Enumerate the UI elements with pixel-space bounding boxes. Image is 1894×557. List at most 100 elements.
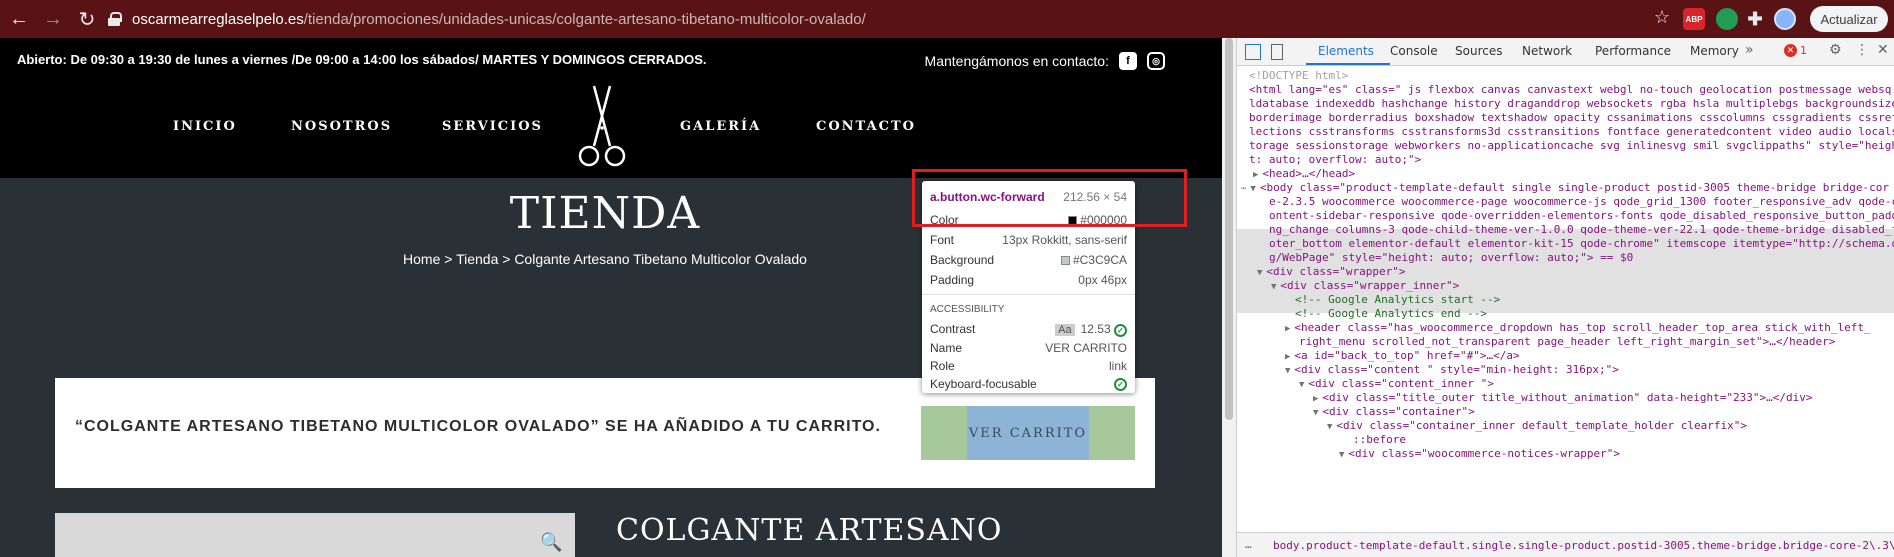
bookmark-star-icon[interactable]: ☆	[1654, 7, 1670, 28]
scissors-logo-icon[interactable]	[572, 82, 632, 172]
view-cart-button[interactable]: VER CARRITO	[967, 406, 1089, 460]
address-bar[interactable]: oscarmearreglaselpelo.es/tienda/promocio…	[102, 5, 1670, 33]
collapsed-arrow-icon[interactable]: ▶	[1313, 394, 1318, 404]
expanded-arrow-icon[interactable]: ▼	[1339, 450, 1344, 460]
dom-line-text: <div class="container_inner default_temp…	[1336, 419, 1748, 432]
dom-line-back-to-top[interactable]: ▶ <a id="back_to_top" href="#">…</a>	[1285, 349, 1520, 364]
tooltip-padding-value: 0px 46px	[1078, 273, 1127, 287]
zoom-magnifier-icon[interactable]: 🔍	[540, 532, 562, 553]
more-options-icon[interactable]: ⋮	[1855, 42, 1869, 58]
nav-inicio[interactable]: INICIO	[173, 119, 237, 134]
expanded-arrow-icon[interactable]: ▼	[1257, 268, 1262, 278]
forward-arrow-icon[interactable]: →	[38, 4, 68, 34]
dom-line[interactable]: torage sessionstorage webworkers no-appl…	[1249, 139, 1894, 153]
dom-line[interactable]: ldatabase indexeddb hashchange history d…	[1249, 97, 1894, 111]
dom-line-text: <div class="wrapper_inner">	[1280, 279, 1460, 292]
green-extension-icon[interactable]	[1716, 8, 1738, 30]
dom-line[interactable]: <html lang="es" class=" js flexbox canva…	[1249, 83, 1891, 97]
extensions-puzzle-icon[interactable]: ✚	[1744, 8, 1766, 30]
tooltip-name-label: Name	[930, 341, 963, 355]
website-viewport: Abierto: De 09:30 a 19:30 de lunes a vie…	[0, 38, 1236, 557]
tab-memory[interactable]: Memory	[1690, 44, 1739, 58]
tooltip-name-value: VER CARRITO	[1045, 341, 1127, 355]
dom-comment[interactable]: <!-- Google Analytics start -->	[1295, 293, 1500, 307]
facebook-icon[interactable]: f	[1119, 52, 1137, 70]
dom-line-content[interactable]: ▼ <div class="content " style="min-height…	[1285, 363, 1619, 378]
error-counter[interactable]: ✕ 1	[1784, 44, 1807, 57]
expanded-arrow-icon[interactable]: ▼	[1327, 422, 1332, 432]
instagram-icon[interactable]: ◎	[1147, 52, 1165, 70]
dom-comment[interactable]: <!-- Google Analytics end -->	[1295, 307, 1487, 321]
dom-line-body[interactable]: ⋯ ▼ <body class="product-template-default …	[1241, 181, 1889, 196]
page-scrollbar[interactable]	[1222, 38, 1236, 557]
opening-hours-text: Abierto: De 09:30 a 19:30 de lunes a vie…	[17, 52, 707, 67]
dom-line-head[interactable]: ▶ <head>…</head>	[1253, 167, 1355, 182]
device-toolbar-icon[interactable]	[1271, 44, 1283, 60]
dom-line[interactable]: t: auto; overflow: auto;">	[1249, 153, 1421, 167]
tab-performance[interactable]: Performance	[1595, 44, 1671, 58]
dom-line[interactable]: right_menu scrolled_not_transparent page…	[1299, 335, 1835, 349]
nav-nosotros[interactable]: NOSOTROS	[291, 119, 392, 134]
focusable-check-icon: ✓	[1114, 377, 1127, 391]
url-text[interactable]: oscarmearreglaselpelo.es/tienda/promocio…	[132, 11, 866, 28]
tooltip-role-label: Role	[930, 359, 955, 373]
collapsed-arrow-icon[interactable]: ▶	[1253, 170, 1258, 180]
expanded-arrow-icon[interactable]: ▼	[1313, 408, 1318, 418]
product-image[interactable]	[55, 513, 575, 557]
nav-galeria[interactable]: GALERÍA	[680, 119, 761, 134]
reload-icon[interactable]: ↻	[72, 4, 102, 34]
dom-line-content-inner[interactable]: ▼ <div class="content_inner ">	[1299, 377, 1494, 392]
expanded-arrow-icon[interactable]: ▼	[1285, 366, 1290, 376]
page-scrollbar-thumb[interactable]	[1225, 38, 1233, 420]
background-swatch	[1060, 256, 1070, 266]
dom-line-text: <div class="container">	[1322, 405, 1475, 418]
tooltip-font-row: Font 13px Rokkitt, sans-serif	[930, 232, 1127, 248]
inspect-element-icon[interactable]	[1245, 44, 1261, 60]
dom-line[interactable]: ng_change columns-3 qode-child-theme-ver…	[1269, 223, 1894, 237]
dom-line-text: <div class="content_inner ">	[1308, 377, 1494, 390]
nav-servicios[interactable]: SERVICIOS	[442, 119, 543, 134]
dom-line-text: <div class="title_outer title_without_an…	[1322, 391, 1813, 404]
expanded-arrow-icon[interactable]: ▼	[1299, 380, 1304, 390]
tab-elements[interactable]: Elements	[1318, 44, 1374, 58]
dom-pseudo-element[interactable]: ::before	[1353, 433, 1406, 447]
expanded-arrow-icon[interactable]: ▼	[1271, 282, 1276, 292]
profile-avatar-icon[interactable]	[1774, 8, 1796, 30]
settings-gear-icon[interactable]: ⚙	[1829, 42, 1842, 58]
tab-network[interactable]: Network	[1522, 44, 1572, 58]
dom-line[interactable]: borderimage borderradius boxshadow texts…	[1249, 111, 1894, 125]
more-tabs-icon[interactable]: »	[1745, 42, 1754, 58]
collapsed-arrow-icon[interactable]: ▶	[1285, 352, 1290, 362]
dom-line[interactable]: ontent-sidebar-responsive qode-overridde…	[1269, 209, 1894, 223]
close-devtools-icon[interactable]: ✕	[1877, 42, 1889, 58]
dom-line-container[interactable]: ▼ <div class="container">	[1313, 405, 1475, 420]
adblock-extension-icon[interactable]: ABP	[1683, 8, 1705, 30]
back-arrow-icon[interactable]: ←	[4, 4, 34, 34]
dom-line-header[interactable]: ▶ <header class="has_woocommerce_dropdown…	[1285, 321, 1871, 336]
dom-line-wrapper-inner[interactable]: ▼ <div class="wrapper_inner">	[1271, 279, 1459, 294]
dom-line-text: <div class="woocommerce-notices-wrapper"…	[1348, 447, 1620, 460]
tooltip-contrast-label: Contrast	[930, 322, 976, 336]
dom-line[interactable]: lections csstransforms csstransforms3d c…	[1249, 125, 1894, 139]
tab-sources[interactable]: Sources	[1455, 44, 1502, 58]
tab-console[interactable]: Console	[1390, 44, 1438, 58]
tooltip-role-value: link	[1108, 359, 1127, 373]
tooltip-focusable-row: Keyboard-focusable ✓	[930, 376, 1127, 392]
update-button[interactable]: Actualizar	[1810, 6, 1888, 32]
dom-line[interactable]: g/WebPage" style="height: auto; overflow…	[1269, 251, 1633, 265]
tooltip-role-row: Role link	[930, 358, 1127, 374]
breadcrumb-ellipsis-icon[interactable]: …	[1245, 538, 1252, 551]
dom-breadcrumb-bar[interactable]: … body.product-template-default.single.s…	[1237, 532, 1894, 557]
dom-line-title-outer[interactable]: ▶ <div class="title_outer title_without_a…	[1313, 391, 1813, 406]
dom-line[interactable]: e-2.3.5 woocommerce woocommerce-page woo…	[1269, 195, 1894, 209]
view-cart-button-box[interactable]: VER CARRITO	[921, 406, 1135, 460]
dom-line-wrapper[interactable]: ▼ <div class="wrapper">	[1257, 265, 1406, 280]
collapsed-arrow-icon[interactable]: ▶	[1285, 324, 1290, 334]
dom-line-notices[interactable]: ▼ <div class="woocommerce-notices-wrapper…	[1339, 447, 1620, 462]
dom-line-container-inner[interactable]: ▼ <div class="container_inner default_tem…	[1327, 419, 1747, 434]
expanded-arrow-icon[interactable]: ▼	[1250, 184, 1255, 194]
lock-icon	[108, 12, 122, 26]
dom-line[interactable]: <!DOCTYPE html>	[1249, 69, 1348, 83]
nav-contacto[interactable]: CONTACTO	[816, 119, 916, 134]
dom-line[interactable]: oter_bottom elementor-default elementor-…	[1269, 237, 1894, 251]
